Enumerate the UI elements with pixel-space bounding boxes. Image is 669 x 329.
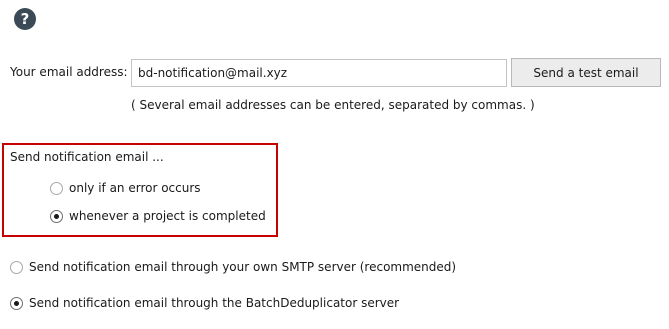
email-input[interactable] bbox=[131, 59, 507, 87]
radio-button[interactable] bbox=[50, 181, 63, 195]
radio-own-smtp-server[interactable]: Send notification email through your own… bbox=[10, 260, 456, 274]
help-icon[interactable]: ? bbox=[14, 8, 36, 30]
radio-only-on-error[interactable]: only if an error occurs bbox=[50, 181, 201, 195]
radio-label: Send notification email through the Batc… bbox=[29, 296, 400, 310]
notification-group-title: Send notification email ... bbox=[10, 150, 164, 164]
email-label: Your email address: bbox=[10, 65, 128, 79]
radio-batchdeduplicator-server[interactable]: Send notification email through the Batc… bbox=[10, 296, 399, 310]
radio-button[interactable] bbox=[10, 296, 23, 310]
radio-button[interactable] bbox=[50, 209, 63, 223]
send-test-email-button[interactable]: Send a test email bbox=[511, 58, 661, 87]
radio-button[interactable] bbox=[10, 260, 23, 274]
radio-on-project-completed[interactable]: whenever a project is completed bbox=[50, 209, 266, 223]
radio-label: whenever a project is completed bbox=[69, 209, 266, 223]
radio-label: Send notification email through your own… bbox=[29, 260, 457, 274]
radio-label: only if an error occurs bbox=[69, 181, 201, 195]
email-hint: ( Several email addresses can be entered… bbox=[131, 98, 535, 112]
